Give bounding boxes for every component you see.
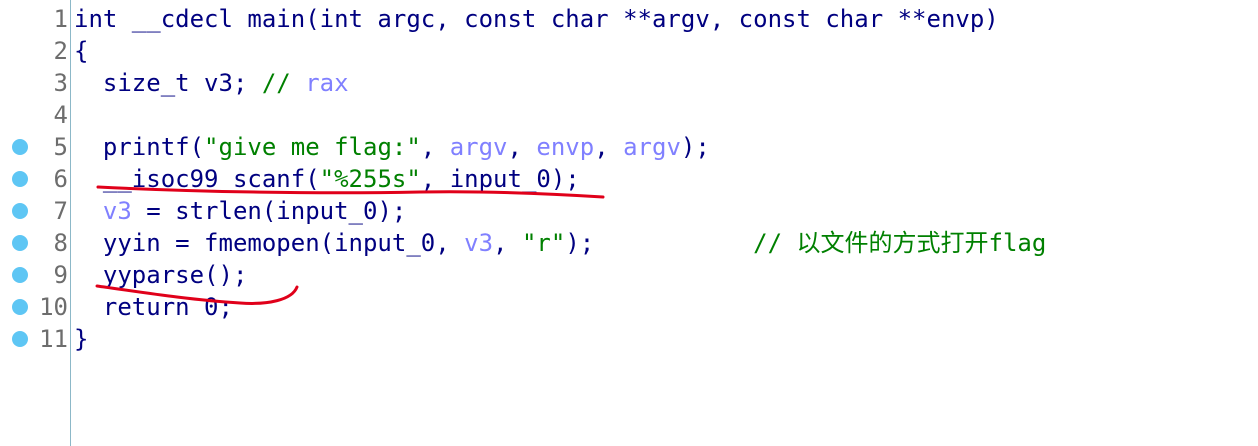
- breakpoint-dot-icon[interactable]: [12, 267, 28, 283]
- code-token: v3: [464, 229, 494, 257]
- code-line[interactable]: 5 printf("give me flag:", argv, envp, ar…: [0, 131, 1258, 163]
- code-token: yyin = fmemopen(input_0,: [74, 229, 465, 257]
- code-token: "%255s": [319, 165, 421, 193]
- breakpoint-dot-icon[interactable]: [12, 331, 28, 347]
- line-number: 3: [53, 69, 68, 97]
- code-line[interactable]: 7 v3 = strlen(input_0);: [0, 195, 1258, 227]
- code-text[interactable]: {: [74, 35, 88, 67]
- code-token: argv: [449, 133, 508, 161]
- code-text[interactable]: yyin = fmemopen(input_0, v3, "r"); // 以文…: [74, 227, 1046, 259]
- line-number: 4: [53, 101, 68, 129]
- code-token: );: [680, 133, 710, 161]
- code-token: ,: [493, 229, 522, 257]
- code-token: {: [74, 37, 89, 65]
- code-line[interactable]: 6 __isoc99_scanf("%255s", input_0);: [0, 163, 1258, 195]
- code-line[interactable]: 9 yyparse();: [0, 259, 1258, 291]
- pseudocode-editor[interactable]: 1 int __cdecl main(int argc, const char *…: [0, 0, 1258, 446]
- line-number: 10: [39, 293, 68, 321]
- code-token: argv: [623, 133, 681, 161]
- code-text[interactable]: v3 = strlen(input_0);: [74, 195, 406, 227]
- code-token: ,: [420, 133, 450, 161]
- line-number: 7: [53, 197, 68, 225]
- code-token: "r": [521, 229, 566, 257]
- code-token: printf(: [74, 133, 205, 161]
- code-token: __isoc99_scanf(: [74, 165, 320, 193]
- breakpoint-dot-icon[interactable]: [12, 203, 28, 219]
- code-token: int __cdecl main(int argc, const char **…: [74, 5, 999, 33]
- code-token: // 以文件的方式打开flag: [753, 229, 1047, 257]
- line-number: 1: [53, 5, 68, 33]
- code-token: );: [565, 229, 754, 257]
- line-number: 8: [53, 229, 68, 257]
- code-line[interactable]: 4: [0, 99, 1258, 131]
- line-number: 5: [53, 133, 68, 161]
- line-number: 11: [39, 325, 68, 353]
- code-token: = strlen(input_0);: [131, 197, 407, 225]
- code-token: //: [261, 69, 306, 97]
- code-token: envp: [536, 133, 595, 161]
- code-line[interactable]: 11}: [0, 323, 1258, 355]
- code-text[interactable]: int __cdecl main(int argc, const char **…: [74, 3, 999, 35]
- code-token: }: [74, 325, 89, 353]
- code-text[interactable]: size_t v3; // rax: [74, 67, 349, 99]
- code-token: yyparse();: [74, 261, 248, 289]
- code-text[interactable]: __isoc99_scanf("%255s", input_0);: [74, 163, 580, 195]
- code-token: v3: [102, 197, 132, 225]
- line-number: 9: [53, 261, 68, 289]
- code-line[interactable]: 10 return 0;: [0, 291, 1258, 323]
- code-line[interactable]: 3 size_t v3; // rax: [0, 67, 1258, 99]
- code-token: , input_0);: [420, 165, 580, 193]
- code-token: size_t v3;: [74, 69, 262, 97]
- code-line[interactable]: 8 yyin = fmemopen(input_0, v3, "r"); // …: [0, 227, 1258, 259]
- code-token: rax: [305, 69, 349, 97]
- code-token: return 0;: [74, 293, 233, 321]
- code-text[interactable]: }: [74, 323, 88, 355]
- breakpoint-dot-icon[interactable]: [12, 139, 28, 155]
- code-text[interactable]: yyparse();: [74, 259, 248, 291]
- code-token: "give me flag:": [204, 133, 421, 161]
- code-line[interactable]: 2{: [0, 35, 1258, 67]
- line-number: 6: [53, 165, 68, 193]
- code-text[interactable]: printf("give me flag:", argv, envp, argv…: [74, 131, 710, 163]
- breakpoint-dot-icon[interactable]: [12, 235, 28, 251]
- code-token: ,: [594, 133, 624, 161]
- line-number: 2: [53, 37, 68, 65]
- breakpoint-dot-icon[interactable]: [12, 299, 28, 315]
- code-line[interactable]: 1 int __cdecl main(int argc, const char *…: [0, 3, 1258, 35]
- code-token: ,: [507, 133, 537, 161]
- breakpoint-dot-icon[interactable]: [12, 171, 28, 187]
- code-text[interactable]: return 0;: [74, 291, 233, 323]
